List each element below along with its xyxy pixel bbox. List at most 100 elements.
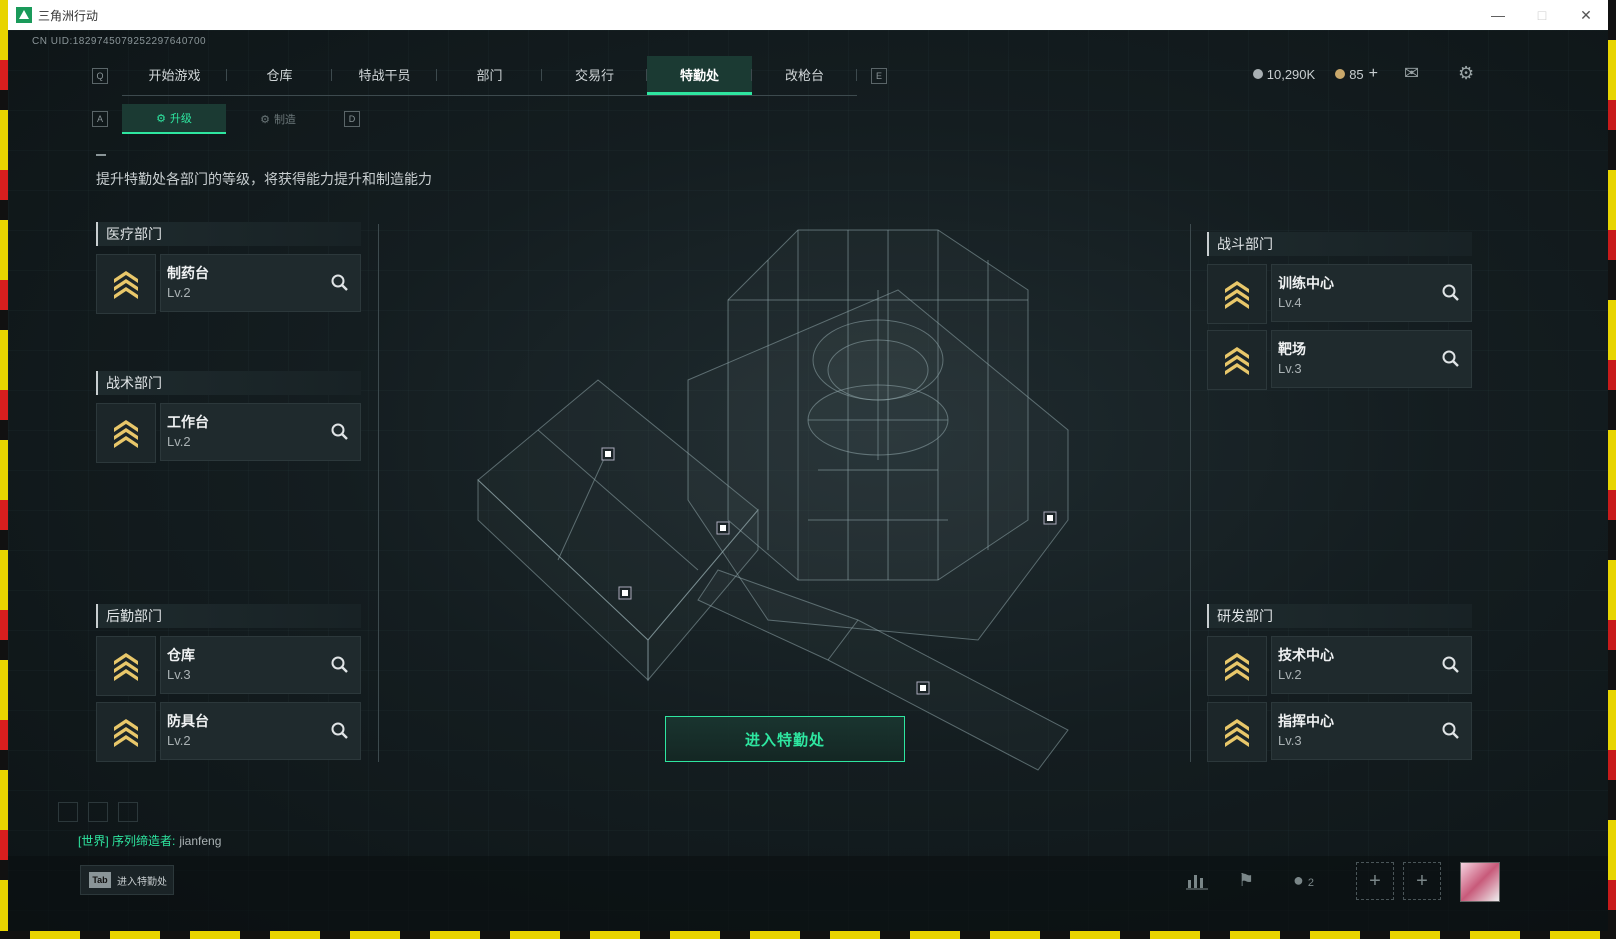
chart-icon[interactable] — [1186, 870, 1208, 895]
facility-level: Lv.3 — [1278, 361, 1302, 376]
friends-count: 2 — [1307, 877, 1314, 889]
top-navigation: Q 开始游戏 仓库 特战干员 部门 交易行 特勤处 改枪台 E — [78, 56, 901, 96]
right-bracket — [1190, 224, 1191, 762]
quick-slot[interactable] — [58, 802, 78, 822]
dept-tactical: 战术部门 工作台 Lv.2 — [96, 363, 361, 463]
tab-department[interactable]: 部门 — [437, 56, 542, 92]
facility-name: 指挥中心 — [1278, 713, 1334, 729]
silver-coin-icon — [1252, 69, 1263, 79]
facility-level: Lv.2 — [167, 285, 191, 300]
quick-slot[interactable] — [88, 802, 108, 822]
maximize-button[interactable]: □ — [1520, 0, 1564, 30]
nav-prev-key[interactable]: Q — [92, 68, 108, 84]
facility-card[interactable]: 技术中心 Lv.2 — [1207, 636, 1472, 696]
facility-name: 靶场 — [1278, 341, 1306, 357]
dept-title: 后勤部门 — [96, 604, 361, 628]
page-description: 提升特勤处各部门的等级，将获得能力提升和制造能力 — [96, 171, 432, 187]
facility-name: 仓库 — [167, 647, 195, 663]
game-window: 三角洲行动 — □ ✕ CN UID:182974507925229764070… — [8, 0, 1608, 931]
dept-title: 医疗部门 — [96, 222, 361, 246]
dept-logistics: 后勤部门 仓库 Lv.3 防具台 Lv.2 — [96, 596, 361, 762]
upgrade-icon: ⚙ — [156, 112, 166, 125]
app-logo-icon — [16, 7, 32, 23]
facility-level: Lv.3 — [167, 667, 191, 682]
search-icon[interactable] — [330, 721, 350, 741]
facility-name: 防具台 — [167, 713, 209, 729]
facility-card[interactable]: 指挥中心 Lv.3 — [1207, 702, 1472, 762]
chat-line[interactable]: [世界] 序列缔造者: jianfeng — [78, 832, 221, 849]
search-icon[interactable] — [330, 655, 350, 675]
tab-special-ops[interactable]: 特勤处 — [647, 56, 752, 95]
facility-level: Lv.2 — [1278, 667, 1302, 682]
tab-hint-label: 进入特勤处 — [117, 876, 167, 888]
tab-hint[interactable]: Tab 进入特勤处 — [80, 865, 174, 895]
rank-chevron-icon — [96, 254, 156, 314]
currency-display: 10,290K 85 + — [1252, 65, 1378, 83]
game-viewport: CN UID:1829745079252297640700 Q 开始游戏 仓库 … — [8, 30, 1608, 931]
quick-slot[interactable] — [118, 802, 138, 822]
nav-next-key[interactable]: E — [871, 68, 887, 84]
tab-start-game[interactable]: 开始游戏 — [122, 56, 227, 92]
subnav-next-key[interactable]: D — [344, 111, 360, 127]
minimize-button[interactable]: — — [1476, 0, 1520, 30]
facility-card[interactable]: 防具台 Lv.2 — [96, 702, 361, 762]
mail-icon[interactable]: ✉ — [1404, 63, 1419, 84]
gold-coin-icon — [1335, 69, 1346, 79]
facility-level: Lv.2 — [167, 434, 191, 449]
enter-special-ops-button[interactable]: 进入特勤处 — [665, 716, 905, 762]
title-bar: 三角洲行动 — □ ✕ — [8, 0, 1608, 31]
search-icon[interactable] — [1441, 283, 1461, 303]
facility-card[interactable]: 仓库 Lv.3 — [96, 636, 361, 696]
facility-card[interactable]: 训练中心 Lv.4 — [1207, 264, 1472, 324]
sub-navigation: A ⚙ 升级 ⚙ 制造 D — [78, 104, 374, 134]
desktop-edge-right — [1608, 0, 1616, 939]
search-icon[interactable] — [330, 273, 350, 293]
add-currency-button[interactable]: + — [1369, 65, 1378, 83]
facility-name: 制药台 — [167, 265, 209, 281]
facility-level: Lv.2 — [167, 733, 191, 748]
close-button[interactable]: ✕ — [1564, 0, 1608, 30]
facility-card[interactable]: 工作台 Lv.2 — [96, 403, 361, 463]
chat-channel: [世界] 序列缔造者: — [78, 834, 176, 848]
dept-title: 战术部门 — [96, 371, 361, 395]
desktop-edge-left — [0, 0, 8, 939]
left-bracket — [378, 224, 379, 762]
dept-combat: 战斗部门 训练中心 Lv.4 靶场 Lv.3 — [1207, 224, 1472, 390]
craft-icon: ⚙ — [260, 113, 270, 126]
dept-title: 战斗部门 — [1207, 232, 1472, 256]
tab-trading[interactable]: 交易行 — [542, 56, 647, 92]
search-icon[interactable] — [1441, 349, 1461, 369]
desktop-edge-bottom — [0, 931, 1616, 939]
rank-chevron-icon — [96, 702, 156, 762]
rank-chevron-icon — [96, 636, 156, 696]
desc-marker — [96, 154, 106, 156]
silver-amount: 10,290K — [1266, 66, 1316, 82]
dept-title: 研发部门 — [1207, 604, 1472, 628]
search-icon[interactable] — [1441, 721, 1461, 741]
facility-name: 技术中心 — [1278, 647, 1334, 663]
search-icon[interactable] — [330, 422, 350, 442]
subnav-prev-key[interactable]: A — [92, 111, 108, 127]
add-slot-button[interactable]: + — [1356, 862, 1394, 900]
facility-card[interactable]: 靶场 Lv.3 — [1207, 330, 1472, 390]
friends-icon[interactable]: ● 2 — [1293, 870, 1314, 891]
tab-gunsmith[interactable]: 改枪台 — [752, 56, 857, 92]
tab-warehouse[interactable]: 仓库 — [227, 56, 332, 92]
facility-name: 训练中心 — [1278, 275, 1334, 291]
rank-chevron-icon — [96, 403, 156, 463]
subtab-craft[interactable]: ⚙ 制造 — [226, 105, 330, 133]
rank-chevron-icon — [1207, 264, 1267, 324]
gold-amount: 85 — [1349, 66, 1364, 82]
facility-card[interactable]: 制药台 Lv.2 — [96, 254, 361, 314]
search-icon[interactable] — [1441, 655, 1461, 675]
subtab-upgrade[interactable]: ⚙ 升级 — [122, 104, 226, 134]
settings-icon[interactable]: ⚙ — [1458, 63, 1474, 84]
tab-key: Tab — [89, 872, 111, 888]
quick-slots — [58, 802, 148, 822]
add-slot-button[interactable]: + — [1403, 862, 1441, 900]
rank-chevron-icon — [1207, 702, 1267, 762]
subtab-craft-label: 制造 — [273, 114, 296, 126]
avatar[interactable] — [1460, 862, 1500, 902]
tab-operators[interactable]: 特战干员 — [332, 56, 437, 92]
flag-icon[interactable]: ⚑ — [1238, 870, 1254, 891]
